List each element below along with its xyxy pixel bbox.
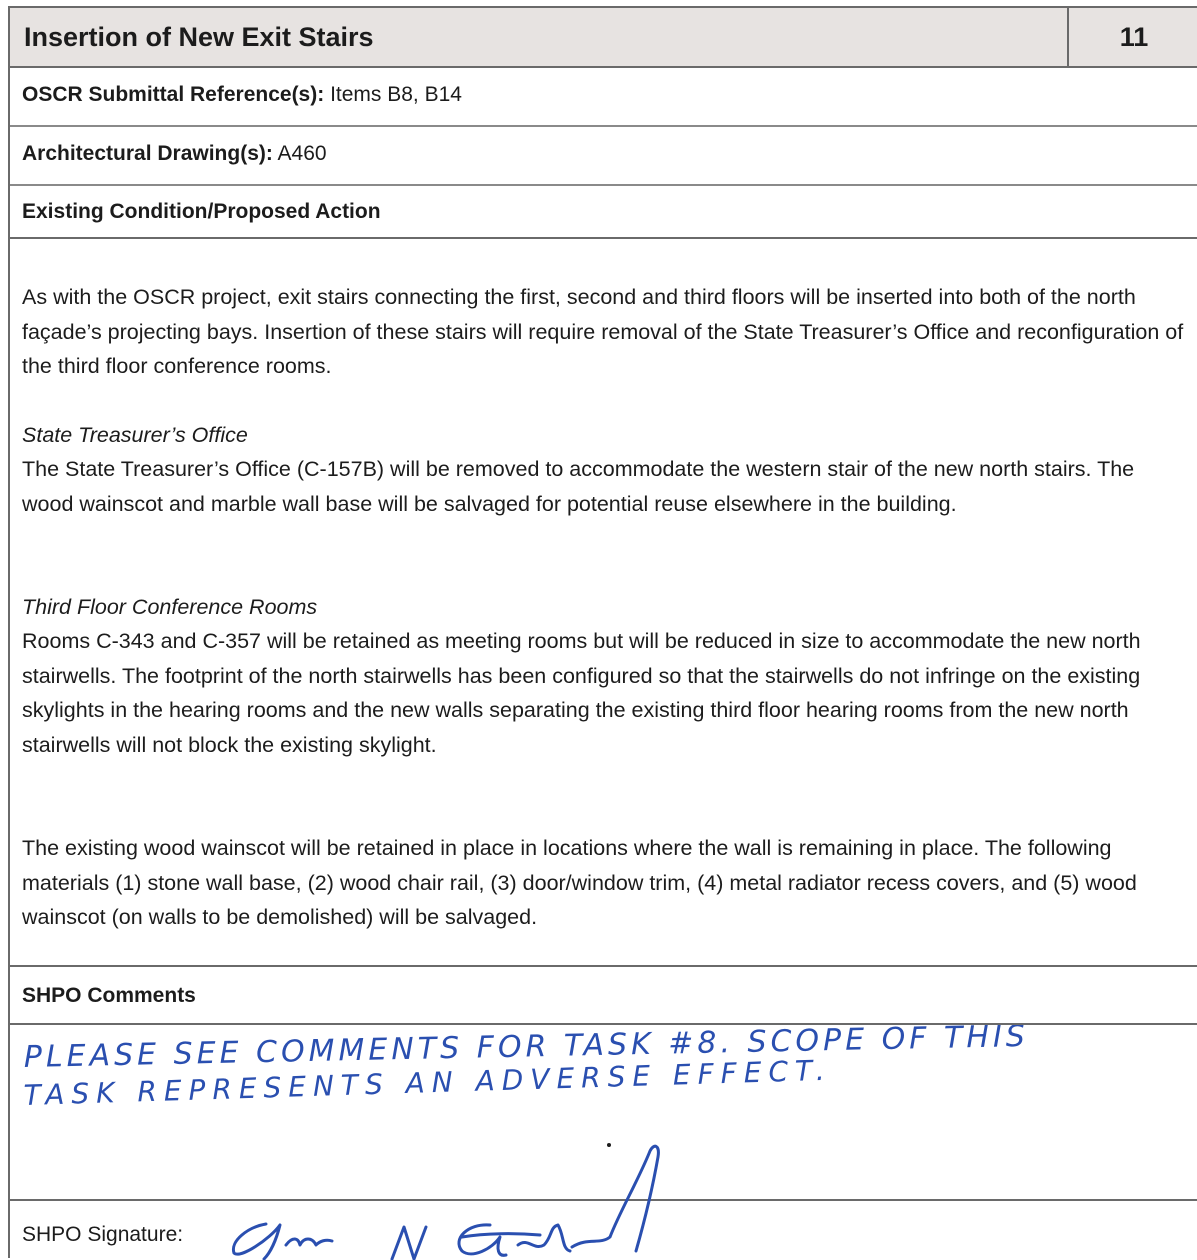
drawings-row: Architectural Drawing(s): A460: [10, 127, 1197, 186]
task-title: Insertion of New Exit Stairs: [24, 22, 374, 52]
treasurer-paragraph: The State Treasurer’s Office (C-157B) wi…: [22, 457, 1135, 516]
drawings-label: Architectural Drawing(s):: [22, 142, 273, 165]
closing-paragraph: The existing wood wainscot will be retai…: [22, 836, 1137, 929]
conference-heading: Third Floor Conference Rooms: [22, 595, 318, 619]
comments-label: SHPO Comments: [22, 984, 196, 1007]
task-form: Insertion of New Exit Stairs 11 OSCR Sub…: [8, 6, 1197, 1260]
oscr-reference-value: Items B8, B14: [324, 83, 462, 106]
section-heading: Existing Condition/Proposed Action: [22, 200, 381, 223]
conference-paragraph: Rooms C-343 and C-357 will be retained a…: [22, 629, 1141, 757]
task-number: 11: [1119, 22, 1149, 52]
description-body: As with the OSCR project, exit stairs co…: [10, 239, 1197, 967]
signature-scribble: [231, 1144, 660, 1260]
drawings-value: A460: [272, 142, 327, 165]
oscr-reference-label: OSCR Submittal Reference(s):: [22, 83, 325, 106]
treasurer-heading: State Treasurer’s Office: [22, 423, 248, 447]
comments-label-row: SHPO Comments: [10, 967, 1197, 1025]
task-header: Insertion of New Exit Stairs 11: [10, 8, 1197, 68]
oscr-reference-row: OSCR Submittal Reference(s): Items B8, B…: [10, 68, 1197, 127]
signature-label: SHPO Signature:: [22, 1223, 184, 1246]
intro-paragraph: As with the OSCR project, exit stairs co…: [22, 285, 1184, 378]
section-heading-row: Existing Condition/Proposed Action: [10, 186, 1197, 239]
signature-row: SHPO Signature:: [10, 1144, 1197, 1260]
